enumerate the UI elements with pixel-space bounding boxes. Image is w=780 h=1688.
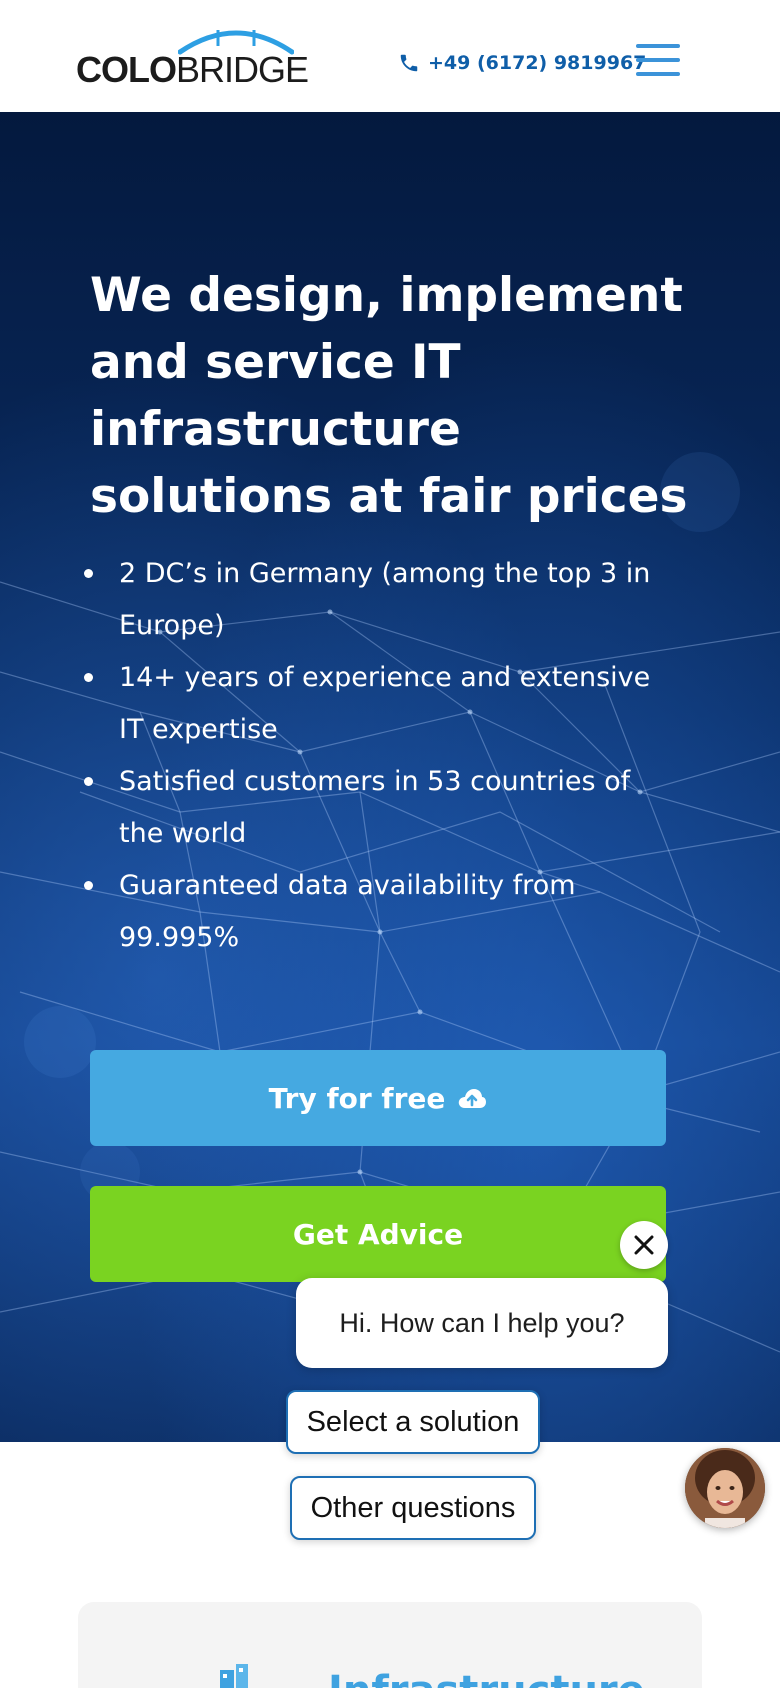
phone-icon — [400, 54, 418, 72]
colobridge-logo[interactable]: COLOBRIDGE — [76, 24, 309, 92]
hamburger-menu-icon[interactable] — [636, 44, 680, 76]
list-item: Satisfied customers in 53 countries of t… — [82, 756, 682, 860]
get-advice-button[interactable]: Get Advice — [90, 1186, 666, 1282]
hero-title: We design, implement and service IT infr… — [90, 268, 688, 524]
infrastructure-icon — [220, 1664, 248, 1688]
option-label: Other questions — [310, 1491, 516, 1524]
phone-number: +49 (6172) 9819967 — [428, 52, 647, 74]
site-header: COLOBRIDGE +49 (6172) 9819967 — [0, 0, 780, 112]
select-solution-button[interactable]: Select a solution — [286, 1390, 540, 1454]
try-for-free-button[interactable]: Try for free — [90, 1050, 666, 1146]
hero-bullet-list: 2 DC’s in Germany (among the top 3 in Eu… — [82, 548, 682, 964]
list-item: 2 DC’s in Germany (among the top 3 in Eu… — [82, 548, 682, 652]
close-icon[interactable] — [620, 1221, 668, 1269]
agent-avatar[interactable] — [685, 1448, 765, 1528]
option-label: Select a solution — [306, 1405, 520, 1438]
chat-greeting-text: Hi. How can I help you? — [339, 1307, 625, 1338]
logo-wordmark: COLOBRIDGE — [76, 49, 309, 90]
card-title: Infrastructure — [328, 1668, 645, 1688]
try-button-label: Try for free — [268, 1081, 446, 1115]
advice-button-label: Get Advice — [292, 1217, 464, 1251]
chat-greeting-bubble: Hi. How can I help you? — [296, 1278, 668, 1368]
list-item: Guaranteed data availability from 99.995… — [82, 860, 682, 964]
infrastructure-card[interactable]: Infrastructure — [78, 1602, 702, 1688]
list-item: 14+ years of experience and extensive IT… — [82, 652, 682, 756]
other-questions-button[interactable]: Other questions — [290, 1476, 536, 1540]
phone-link[interactable]: +49 (6172) 9819967 — [398, 52, 646, 74]
cloud-upload-icon — [459, 1089, 487, 1108]
